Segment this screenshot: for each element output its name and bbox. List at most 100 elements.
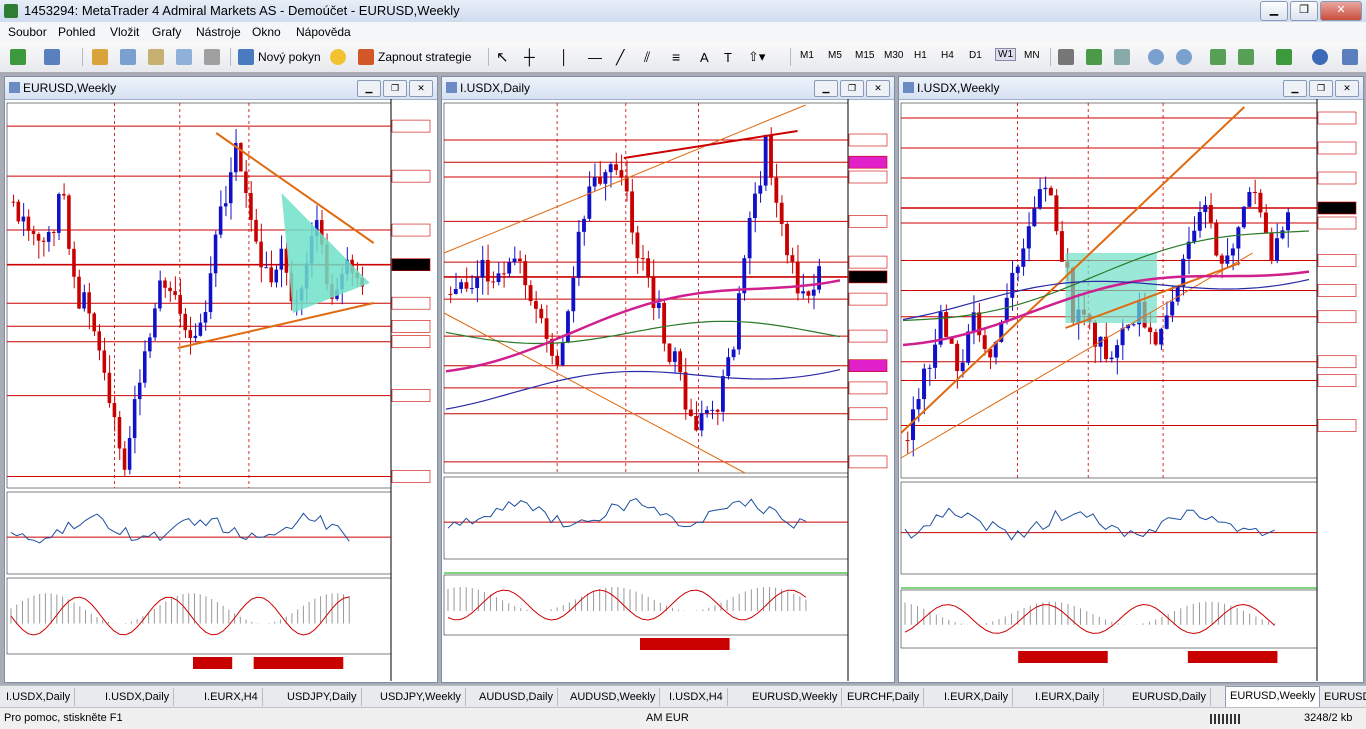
chart-tab[interactable]: EURUSD,Weekly — [1225, 686, 1321, 709]
channel-tool[interactable]: ⫽ — [644, 47, 650, 67]
chart-shift-button[interactable] — [1238, 47, 1254, 67]
chart-tab[interactable]: USDJPY,Weekly — [376, 688, 466, 706]
timeframe-w1[interactable]: W1 — [995, 48, 1016, 61]
chart-tab[interactable]: USDJPY,Daily — [283, 688, 362, 706]
candle-body — [614, 164, 618, 171]
chart-minimize-button[interactable]: ▁ — [1283, 80, 1307, 97]
fibonacci-icon: ≡ — [672, 49, 681, 65]
periods-icon — [1312, 49, 1328, 65]
chart-maximize-button[interactable]: ❐ — [383, 80, 407, 97]
menu-nastroje[interactable]: Nástroje — [196, 25, 241, 39]
candle-body — [955, 343, 960, 372]
chart-tab[interactable]: I.USDX,Daily — [101, 688, 175, 706]
metaeditor-button[interactable] — [330, 47, 346, 67]
chart-close-button[interactable]: ✕ — [866, 80, 890, 97]
terminal-button[interactable] — [176, 47, 192, 67]
maximize-button[interactable]: ❐ — [1290, 1, 1318, 21]
menu-grafy[interactable]: Grafy — [152, 25, 181, 39]
timeframe-h1[interactable]: H1 — [914, 50, 927, 61]
chart-shift-icon — [1238, 49, 1254, 65]
horizontal-line-tool[interactable]: — — [588, 47, 602, 67]
text-icon: A — [700, 49, 709, 65]
timeframe-mn[interactable]: MN — [1024, 50, 1040, 61]
templates-button[interactable] — [1342, 47, 1358, 67]
chart-maximize-button[interactable]: ❐ — [1309, 80, 1333, 97]
timeframe-m15[interactable]: M15 — [855, 50, 874, 61]
line-chart-button[interactable] — [1114, 47, 1130, 67]
candle-body — [811, 289, 816, 296]
chart-canvas[interactable] — [5, 99, 437, 681]
toolbar: Nový pokyn Zapnout strategie ↖ ┼ │ — ╱ ⫽… — [0, 42, 1366, 73]
new-chart-button[interactable] — [10, 47, 26, 67]
chart-close-button[interactable]: ✕ — [1335, 80, 1359, 97]
candle-body — [1131, 324, 1136, 326]
zoom-in-button[interactable] — [1148, 47, 1164, 67]
market-watch-button[interactable] — [92, 47, 108, 67]
autoscroll-button[interactable] — [1210, 47, 1226, 67]
chart-close-button[interactable]: ✕ — [409, 80, 433, 97]
chart-window-usdx-weekly[interactable]: I.USDX,Weekly ▁ ❐ ✕ — [898, 76, 1364, 683]
label-tool[interactable]: T — [724, 47, 732, 67]
chart-tab[interactable]: EURCHF,Daily — [843, 688, 925, 706]
chart-tab[interactable]: I.EURX,H4 — [200, 688, 263, 706]
chart-tab[interactable]: I.EURX,Daily — [1031, 688, 1105, 706]
chart-minimize-button[interactable]: ▁ — [357, 80, 381, 97]
menu-okno[interactable]: Okno — [252, 25, 281, 39]
chart-tab[interactable]: I.USDX,H4 — [665, 688, 728, 706]
navigator-button[interactable] — [148, 47, 164, 67]
new-order-button[interactable]: Nový pokyn — [238, 47, 321, 67]
chart-maximize-button[interactable]: ❐ — [840, 80, 864, 97]
timeframe-m1[interactable]: M1 — [800, 50, 814, 61]
zoom-out-button[interactable] — [1176, 47, 1192, 67]
menu-soubor[interactable]: Soubor — [8, 25, 47, 39]
fibonacci-tool[interactable]: ≡ — [672, 47, 680, 67]
signal-line — [10, 596, 350, 636]
chart-tab[interactable]: EURUSD,Daily — [1128, 688, 1211, 706]
menu-pohled[interactable]: Pohled — [58, 25, 95, 39]
chart-tab[interactable]: EURUSD,Weekly — [748, 688, 843, 706]
cursor-tool[interactable]: ↖ — [496, 47, 509, 67]
minimize-button[interactable]: ▁ — [1260, 1, 1288, 21]
vertical-line-tool[interactable]: │ — [560, 47, 569, 67]
autoscroll-icon — [1210, 49, 1226, 65]
menu-vlozit[interactable]: Vložit — [110, 25, 139, 39]
chart-minimize-button[interactable]: ▁ — [814, 80, 838, 97]
crosshair-tool[interactable]: ┼ — [524, 47, 535, 67]
menu-bar: Soubor Pohled Vložit Grafy Nástroje Okno… — [0, 22, 1366, 42]
close-button[interactable]: ✕ — [1320, 1, 1362, 21]
indicators-button[interactable] — [1276, 47, 1292, 67]
arrows-tool[interactable]: ⇧▾ — [748, 47, 765, 67]
level-label-box — [848, 381, 888, 395]
chart-tab[interactable]: EURUSD,Daily — [1320, 688, 1366, 706]
candle-body — [51, 231, 56, 233]
trendline-tool[interactable]: ╱ — [616, 47, 624, 67]
candle-body — [571, 277, 576, 312]
timeframe-m5[interactable]: M5 — [828, 50, 842, 61]
bar-chart-icon — [1058, 49, 1074, 65]
candle-body — [710, 409, 715, 411]
chart-tab[interactable]: I.EURX,Daily — [940, 688, 1014, 706]
candle-body — [67, 195, 71, 249]
menu-napoveda[interactable]: Nápověda — [296, 25, 351, 39]
candle-body — [742, 258, 747, 294]
toggle-strategy-button[interactable]: Zapnout strategie — [358, 47, 471, 67]
timeframe-m30[interactable]: M30 — [884, 50, 903, 61]
chart-tab[interactable]: AUDUSD,Weekly — [566, 688, 661, 706]
chart-canvas[interactable] — [899, 99, 1363, 681]
candle-body — [158, 280, 162, 309]
chart-tab[interactable]: I.USDX,Daily — [2, 688, 76, 706]
candle-chart-button[interactable] — [1086, 47, 1102, 67]
tester-button[interactable] — [204, 47, 220, 67]
chart-window-usdx-daily[interactable]: I.USDX,Daily ▁ ❐ ✕ — [441, 76, 895, 683]
chart-tab[interactable]: AUDUSD,Daily — [475, 688, 558, 706]
chart-window-eurusd-weekly[interactable]: EURUSD,Weekly ▁ ❐ ✕ — [4, 76, 438, 683]
chart-workspace: EURUSD,Weekly ▁ ❐ ✕ I.USDX,Daily ▁ ❐ ✕ I… — [0, 72, 1366, 685]
timeframe-d1[interactable]: D1 — [969, 50, 982, 61]
periods-button[interactable] — [1312, 47, 1328, 67]
data-window-button[interactable] — [120, 47, 136, 67]
text-tool[interactable]: A — [700, 47, 709, 67]
bar-chart-button[interactable] — [1058, 47, 1074, 67]
timeframe-h4[interactable]: H4 — [941, 50, 954, 61]
profiles-button[interactable] — [44, 47, 60, 67]
chart-canvas[interactable] — [442, 99, 894, 681]
